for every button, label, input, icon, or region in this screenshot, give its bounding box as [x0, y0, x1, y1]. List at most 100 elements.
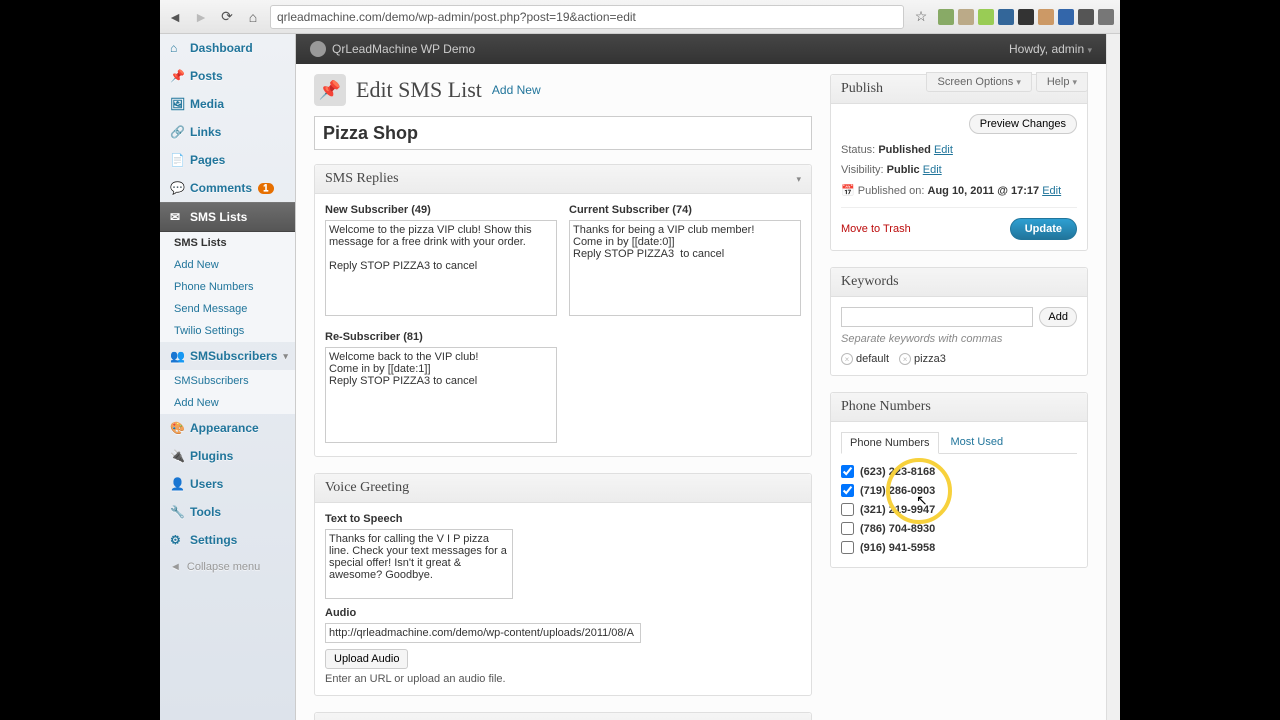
sub-twilio[interactable]: Twilio Settings: [160, 320, 295, 342]
tts-textarea[interactable]: [325, 529, 513, 599]
resub-label: Re-Subscriber (81): [325, 331, 557, 343]
audio-label: Audio: [325, 607, 801, 619]
sidebar-pages[interactable]: 📄Pages: [160, 146, 295, 174]
phone-checkbox[interactable]: [841, 522, 854, 535]
phone-checkbox[interactable]: [841, 541, 854, 554]
resub-textarea[interactable]: [325, 347, 557, 443]
appearance-icon: 🎨: [170, 421, 184, 435]
calendar-icon: 📅: [841, 185, 855, 197]
messages-header[interactable]: Messages: [315, 713, 811, 720]
tab-phone-numbers[interactable]: Phone Numbers: [841, 432, 939, 454]
url-bar[interactable]: qrleadmachine.com/demo/wp-admin/post.php…: [270, 5, 904, 29]
new-sub-label: New Subscriber (49): [325, 204, 557, 216]
link-icon: 🔗: [170, 125, 184, 139]
phone-number-item: (623) 223-8168: [841, 462, 1077, 481]
phone-checkbox[interactable]: [841, 503, 854, 516]
phone-number-item: (719) 286-0903: [841, 481, 1077, 500]
voice-greeting-box: Voice Greeting Text to Speech Audio Uplo…: [314, 473, 812, 696]
back-button[interactable]: ◄: [166, 8, 184, 26]
phone-number-item: (786) 704-8930: [841, 519, 1077, 538]
phone-checkbox[interactable]: [841, 484, 854, 497]
edit-date-link[interactable]: Edit: [1042, 185, 1061, 197]
upload-audio-button[interactable]: Upload Audio: [325, 649, 408, 669]
sidebar-smsub-submenu: SMSubscribers Add New: [160, 370, 295, 414]
add-new-link[interactable]: Add New: [492, 83, 541, 97]
preview-button[interactable]: Preview Changes: [969, 114, 1077, 134]
sms-replies-header[interactable]: SMS Replies▾: [315, 165, 811, 194]
keywords-input[interactable]: [841, 307, 1033, 327]
phone-number-text: (786) 704-8930: [860, 523, 935, 535]
edit-status-link[interactable]: Edit: [934, 144, 953, 156]
sidebar-comments[interactable]: 💬Comments1: [160, 174, 295, 202]
sidebar-media[interactable]: 🖼Media: [160, 90, 295, 118]
audio-url-input[interactable]: [325, 623, 641, 643]
sidebar-plugins[interactable]: 🔌Plugins: [160, 442, 295, 470]
post-title-input[interactable]: [314, 116, 812, 150]
star-icon[interactable]: ☆: [912, 8, 930, 26]
phone-numbers-header[interactable]: Phone Numbers: [831, 393, 1087, 422]
sub-smsubscribers[interactable]: SMSubscribers: [160, 370, 295, 392]
home-button[interactable]: ⌂: [244, 8, 262, 26]
sidebar-appearance[interactable]: 🎨Appearance: [160, 414, 295, 442]
help-tab[interactable]: Help▾: [1036, 72, 1088, 92]
sidebar-smsubscribers[interactable]: 👥SMSubscribers▾: [160, 342, 295, 370]
remove-kw-icon[interactable]: ×: [841, 353, 853, 365]
edit-visibility-link[interactable]: Edit: [923, 164, 942, 176]
sub-add-new2[interactable]: Add New: [160, 392, 295, 414]
user-icon: 👤: [170, 477, 184, 491]
move-to-trash-link[interactable]: Move to Trash: [841, 223, 911, 235]
phone-number-text: (321) 219-9947: [860, 504, 935, 516]
ext-icon[interactable]: [1058, 9, 1074, 25]
ext-icon[interactable]: [998, 9, 1014, 25]
new-sub-textarea[interactable]: [325, 220, 557, 316]
tab-most-used[interactable]: Most Used: [943, 432, 1012, 453]
add-keyword-button[interactable]: Add: [1039, 307, 1077, 327]
site-name[interactable]: QrLeadMachine WP Demo: [332, 42, 475, 56]
wrench-icon[interactable]: [1098, 9, 1114, 25]
chevron-down-icon: ▾: [796, 174, 801, 185]
media-icon: 🖼: [170, 97, 184, 111]
audio-hint: Enter an URL or upload an audio file.: [325, 673, 801, 685]
page-title: Edit SMS List: [356, 77, 482, 103]
sidebar-settings[interactable]: ⚙Settings: [160, 526, 295, 554]
remove-kw-icon[interactable]: ×: [899, 353, 911, 365]
sidebar-posts[interactable]: 📌Posts: [160, 62, 295, 90]
collapse-menu[interactable]: ◄Collapse menu: [160, 554, 295, 580]
sidebar-sms-lists[interactable]: ✉SMS Lists: [160, 202, 295, 232]
sub-sms-lists[interactable]: SMS Lists: [160, 232, 295, 254]
sub-add-new[interactable]: Add New: [160, 254, 295, 276]
comments-badge: 1: [258, 183, 274, 194]
forward-button[interactable]: ►: [192, 8, 210, 26]
browser-toolbar: ◄ ► ⟳ ⌂ qrleadmachine.com/demo/wp-admin/…: [160, 0, 1120, 34]
sidebar-dashboard[interactable]: ⌂Dashboard: [160, 34, 295, 62]
sub-phone-numbers[interactable]: Phone Numbers: [160, 276, 295, 298]
phone-numbers-box: Phone Numbers Phone Numbers Most Used (6…: [830, 392, 1088, 568]
main-scrollbar[interactable]: [1106, 34, 1120, 720]
page-icon: 📄: [170, 153, 184, 167]
phone-number-text: (916) 941-5958: [860, 542, 935, 554]
pin-icon: 📌: [170, 69, 184, 83]
ext-icon[interactable]: [938, 9, 954, 25]
keywords-header[interactable]: Keywords: [831, 268, 1087, 297]
ext-icon[interactable]: [958, 9, 974, 25]
wp-logo-icon: [310, 41, 326, 57]
sidebar-links[interactable]: 🔗Links: [160, 118, 295, 146]
extension-icons: [938, 9, 1114, 25]
ext-icon[interactable]: [978, 9, 994, 25]
reload-button[interactable]: ⟳: [218, 8, 236, 26]
howdy-text[interactable]: Howdy, admin ▾: [1009, 42, 1092, 56]
current-sub-textarea[interactable]: [569, 220, 801, 316]
sidebar-tools[interactable]: 🔧Tools: [160, 498, 295, 526]
update-button[interactable]: Update: [1010, 218, 1077, 240]
phone-number-item: (916) 941-5958: [841, 538, 1077, 557]
sub-send-message[interactable]: Send Message: [160, 298, 295, 320]
plugin-icon: 🔌: [170, 449, 184, 463]
screen-options-tab[interactable]: Screen Options▾: [926, 72, 1031, 92]
gear-icon: ⚙: [170, 533, 184, 547]
voice-greeting-header[interactable]: Voice Greeting: [315, 474, 811, 503]
ext-icon[interactable]: [1018, 9, 1034, 25]
ext-icon[interactable]: [1038, 9, 1054, 25]
ext-icon[interactable]: [1078, 9, 1094, 25]
sidebar-users[interactable]: 👤Users: [160, 470, 295, 498]
phone-checkbox[interactable]: [841, 465, 854, 478]
